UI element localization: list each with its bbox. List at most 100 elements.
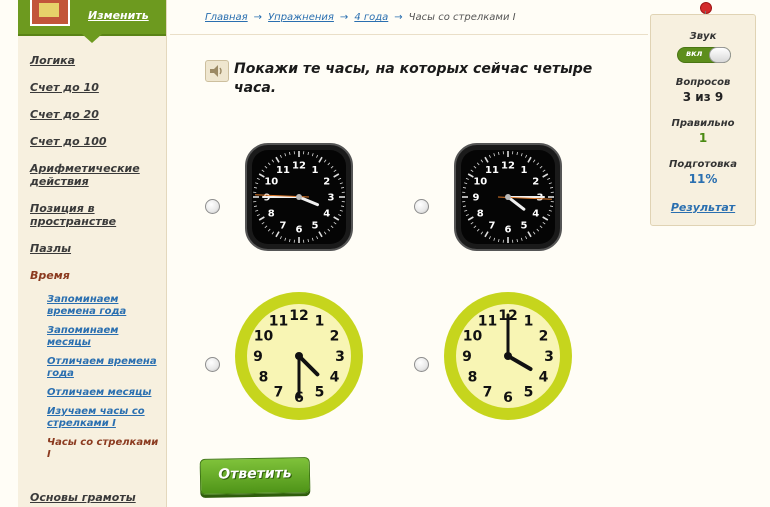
clock-number: 3 (328, 193, 335, 204)
clock-number: 2 (323, 177, 330, 188)
sound-label: Звук (689, 31, 717, 42)
sidebar-item-arithmetic[interactable]: Арифметические действия (30, 162, 162, 188)
breadcrumb-separator: → (394, 12, 403, 23)
prep-label: Подготовка (669, 159, 737, 170)
sidebar-item-logic[interactable]: Логика (30, 54, 162, 67)
profile-notch (82, 34, 102, 43)
option-radio-4[interactable] (414, 357, 429, 372)
clock-option-1[interactable]: 12 12 3 45678 9 1011 (245, 143, 353, 251)
change-profile-link[interactable]: Изменить (88, 9, 149, 22)
clock-center (505, 194, 511, 200)
breadcrumb-separator: → (339, 12, 349, 23)
option-radio-3[interactable] (205, 357, 220, 372)
clock-number: 11 (478, 314, 497, 330)
clock-number: 12 (292, 161, 306, 172)
clock-option-3[interactable]: 121234567891011 (233, 290, 365, 422)
avatar[interactable] (30, 0, 70, 26)
option-radio-1[interactable] (205, 199, 220, 214)
clock-number: 11 (276, 165, 290, 176)
profile-header: Изменить (18, 0, 166, 36)
clock-number: 3 (537, 193, 544, 204)
sidebar-item-time[interactable]: Время (30, 269, 162, 282)
clock-number: 10 (473, 177, 487, 188)
question-text: Покажи те часы, на которых сейчас четыре… (234, 61, 593, 96)
clock-number: 11 (485, 165, 499, 176)
clock-number: 4 (323, 209, 330, 220)
subitem-learn-clocks[interactable]: Изучаем часы со стрелками I (47, 406, 162, 430)
sidebar-item-position[interactable]: Позиция в пространстве (30, 202, 162, 228)
clock-number: 7 (274, 385, 284, 401)
clock-number: 10 (254, 329, 274, 345)
sidebar: Изменить Логика Счет до 10 Счет до 20 Сч… (18, 0, 167, 507)
breadcrumb-separator: → (253, 12, 263, 23)
subitem-clocks-current[interactable]: Часы со стрелками I (47, 437, 162, 461)
sound-toggle-knob (709, 47, 731, 63)
sidebar-item-count-10[interactable]: Счет до 10 (30, 81, 162, 94)
clock-center (295, 352, 303, 360)
clock-number: 8 (268, 209, 275, 220)
clock-number: 12 (501, 161, 515, 172)
clock-number: 1 (524, 314, 534, 330)
breadcrumb-exercises[interactable]: Упражнения (268, 12, 334, 23)
breadcrumb: Главная → Упражнения → 4 года → Часы со стрелк… (205, 12, 516, 23)
clock-number: 9 (462, 349, 472, 365)
stats-panel: Звук вкл Вопросов 3 из 9 Правильно 1 Под… (650, 14, 756, 226)
clock-number: 9 (473, 193, 480, 204)
clock-number: 2 (330, 329, 340, 345)
clock-option-2[interactable]: 12 12 3 45678 9 1011 (454, 143, 562, 251)
clock-number: 9 (264, 193, 271, 204)
clock-number: 6 (505, 225, 512, 236)
clock-center (296, 194, 302, 200)
prep-value: 11% (688, 172, 718, 186)
clock-number: 7 (280, 220, 287, 231)
subitem-months[interactable]: Запоминаем месяцы (47, 325, 162, 349)
breadcrumb-current: Часы со стрелками I (408, 12, 516, 23)
sidebar-item-puzzles[interactable]: Пазлы (30, 242, 162, 255)
clock-number: 4 (539, 370, 549, 386)
clock-number: 4 (532, 209, 539, 220)
clock-number: 1 (312, 165, 319, 176)
breadcrumb-home[interactable]: Главная (205, 12, 248, 23)
sidebar-item-literacy[interactable]: Основы грамоты (30, 491, 136, 504)
result-link[interactable]: Результат (651, 201, 755, 214)
option-radio-2[interactable] (414, 199, 429, 214)
clock-number: 1 (521, 165, 528, 176)
subitem-seasons[interactable]: Запоминаем времена года (47, 294, 162, 318)
clock-number: 9 (253, 349, 263, 365)
sidebar-menu: Логика Счет до 10 Счет до 20 Счет до 100… (30, 54, 162, 468)
answer-button-label: Ответить (218, 465, 292, 483)
clock-number: 11 (269, 314, 288, 330)
time-submenu: Запоминаем времена года Запоминаем месяц… (47, 294, 162, 461)
sound-toggle-label: вкл (686, 49, 703, 58)
sound-toggle[interactable]: вкл (677, 47, 731, 63)
clock-number: 10 (463, 329, 483, 345)
clock-option-4[interactable]: 121234567891011 (442, 290, 574, 422)
subitem-distinguish-months[interactable]: Отличаем месяцы (47, 387, 162, 399)
clock-number: 8 (477, 209, 484, 220)
clock-number: 12 (289, 308, 308, 324)
clock-number: 10 (264, 177, 278, 188)
clock-number: 3 (335, 349, 345, 365)
clock-number: 2 (539, 329, 549, 345)
clock-number: 4 (330, 370, 340, 386)
sidebar-item-count-100[interactable]: Счет до 100 (30, 135, 162, 148)
answer-button[interactable]: Ответить (199, 457, 311, 495)
breadcrumb-grade[interactable]: 4 года (354, 12, 388, 23)
clock-number: 3 (544, 349, 554, 365)
questions-value: 3 из 9 (682, 90, 724, 104)
speaker-button[interactable] (205, 60, 229, 82)
header-divider (170, 34, 648, 35)
clock-number: 6 (503, 390, 513, 406)
sidebar-item-count-20[interactable]: Счет до 20 (30, 108, 162, 121)
clock-number: 1 (315, 314, 325, 330)
clock-number: 5 (315, 385, 325, 401)
clock-number: 6 (296, 225, 303, 236)
clock-number: 7 (483, 385, 493, 401)
clock-number: 5 (524, 385, 534, 401)
speaker-icon (210, 65, 222, 77)
pin-icon (700, 2, 712, 14)
clock-number: 8 (259, 370, 269, 386)
correct-label: Правильно (671, 118, 735, 129)
clock-number: 5 (312, 220, 319, 231)
subitem-distinguish-seasons[interactable]: Отличаем времена года (47, 356, 162, 380)
